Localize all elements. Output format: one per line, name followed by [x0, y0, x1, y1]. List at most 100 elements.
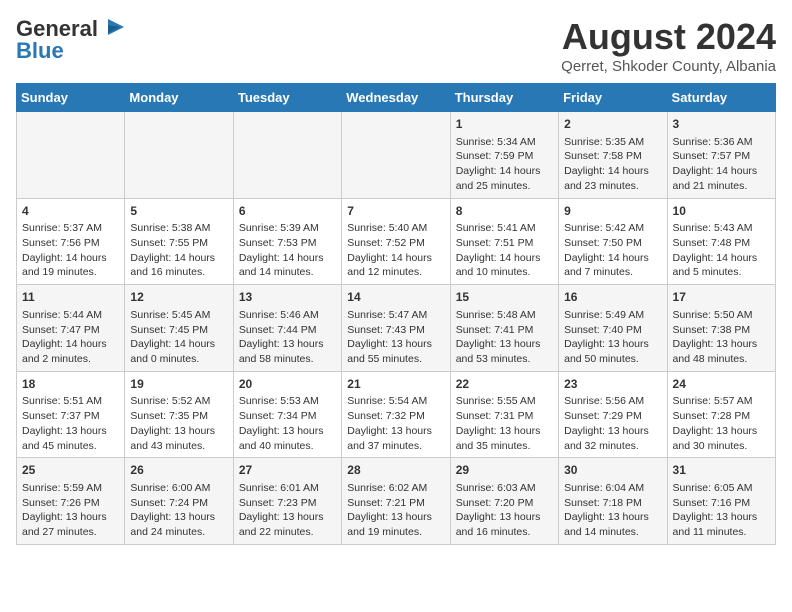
day-info-line: Sunset: 7:18 PM — [564, 496, 661, 511]
day-number: 10 — [673, 203, 770, 220]
day-info-line: Daylight: 14 hours — [673, 251, 770, 266]
day-info-line: Sunrise: 5:57 AM — [673, 394, 770, 409]
day-number: 30 — [564, 462, 661, 479]
day-info-line: and 19 minutes. — [22, 265, 119, 280]
day-info-line: Sunrise: 5:51 AM — [22, 394, 119, 409]
day-info-line: and 48 minutes. — [673, 352, 770, 367]
day-info-line: Sunset: 7:53 PM — [239, 236, 336, 251]
logo-blue-text: Blue — [16, 38, 64, 64]
day-number: 15 — [456, 289, 553, 306]
day-info-line: Daylight: 13 hours — [564, 510, 661, 525]
calendar-cell: 8Sunrise: 5:41 AMSunset: 7:51 PMDaylight… — [450, 198, 558, 285]
calendar-cell: 31Sunrise: 6:05 AMSunset: 7:16 PMDayligh… — [667, 458, 775, 545]
day-info-line: Sunset: 7:55 PM — [130, 236, 227, 251]
calendar-cell — [17, 112, 125, 199]
title-block: August 2024 Qerret, Shkoder County, Alba… — [561, 16, 776, 75]
day-number: 28 — [347, 462, 444, 479]
day-info-line: Sunset: 7:35 PM — [130, 409, 227, 424]
day-info-line: Sunrise: 5:56 AM — [564, 394, 661, 409]
day-info-line: Sunset: 7:51 PM — [456, 236, 553, 251]
day-info-line: and 40 minutes. — [239, 439, 336, 454]
calendar-cell: 15Sunrise: 5:48 AMSunset: 7:41 PMDayligh… — [450, 285, 558, 372]
day-info-line: and 16 minutes. — [456, 525, 553, 540]
day-info-line: Sunrise: 5:34 AM — [456, 135, 553, 150]
day-info-line: Sunset: 7:44 PM — [239, 323, 336, 338]
day-info-line: Sunset: 7:56 PM — [22, 236, 119, 251]
day-info-line: Sunrise: 6:00 AM — [130, 481, 227, 496]
day-info-line: and 14 minutes. — [564, 525, 661, 540]
day-info-line: Daylight: 13 hours — [347, 337, 444, 352]
day-info-line: and 30 minutes. — [673, 439, 770, 454]
day-info-line: Daylight: 13 hours — [130, 424, 227, 439]
day-info-line: Sunset: 7:20 PM — [456, 496, 553, 511]
calendar-cell — [342, 112, 450, 199]
calendar-cell: 2Sunrise: 5:35 AMSunset: 7:58 PMDaylight… — [559, 112, 667, 199]
weekday-header-monday: Monday — [125, 84, 233, 112]
day-number: 19 — [130, 376, 227, 393]
calendar-table: SundayMondayTuesdayWednesdayThursdayFrid… — [16, 83, 776, 545]
day-info-line: Sunset: 7:23 PM — [239, 496, 336, 511]
calendar-cell: 19Sunrise: 5:52 AMSunset: 7:35 PMDayligh… — [125, 371, 233, 458]
day-info-line: Daylight: 13 hours — [22, 510, 119, 525]
day-info-line: and 14 minutes. — [239, 265, 336, 280]
day-info-line: Sunset: 7:58 PM — [564, 149, 661, 164]
day-info-line: Daylight: 13 hours — [347, 424, 444, 439]
calendar-cell: 3Sunrise: 5:36 AMSunset: 7:57 PMDaylight… — [667, 112, 775, 199]
day-info-line: Sunrise: 6:05 AM — [673, 481, 770, 496]
day-number: 4 — [22, 203, 119, 220]
day-info-line: and 24 minutes. — [130, 525, 227, 540]
day-info-line: Sunset: 7:16 PM — [673, 496, 770, 511]
calendar-week-row: 11Sunrise: 5:44 AMSunset: 7:47 PMDayligh… — [17, 285, 776, 372]
month-year-title: August 2024 — [561, 16, 776, 58]
day-info-line: and 5 minutes. — [673, 265, 770, 280]
day-info-line: Sunset: 7:26 PM — [22, 496, 119, 511]
weekday-header-sunday: Sunday — [17, 84, 125, 112]
calendar-cell: 5Sunrise: 5:38 AMSunset: 7:55 PMDaylight… — [125, 198, 233, 285]
day-info-line: Sunrise: 5:50 AM — [673, 308, 770, 323]
day-number: 2 — [564, 116, 661, 133]
day-info-line: and 58 minutes. — [239, 352, 336, 367]
calendar-week-row: 4Sunrise: 5:37 AMSunset: 7:56 PMDaylight… — [17, 198, 776, 285]
day-info-line: Sunrise: 6:02 AM — [347, 481, 444, 496]
day-info-line: Sunrise: 5:42 AM — [564, 221, 661, 236]
day-number: 14 — [347, 289, 444, 306]
day-number: 23 — [564, 376, 661, 393]
day-info-line: Daylight: 13 hours — [130, 510, 227, 525]
day-info-line: and 7 minutes. — [564, 265, 661, 280]
day-info-line: Sunrise: 5:55 AM — [456, 394, 553, 409]
day-number: 5 — [130, 203, 227, 220]
day-info-line: and 10 minutes. — [456, 265, 553, 280]
calendar-cell: 10Sunrise: 5:43 AMSunset: 7:48 PMDayligh… — [667, 198, 775, 285]
location-subtitle: Qerret, Shkoder County, Albania — [561, 58, 776, 75]
day-info-line: Sunrise: 5:47 AM — [347, 308, 444, 323]
logo: General Blue — [16, 16, 126, 64]
day-info-line: Daylight: 14 hours — [564, 251, 661, 266]
day-info-line: and 50 minutes. — [564, 352, 661, 367]
calendar-cell: 29Sunrise: 6:03 AMSunset: 7:20 PMDayligh… — [450, 458, 558, 545]
day-info-line: and 19 minutes. — [347, 525, 444, 540]
weekday-header-friday: Friday — [559, 84, 667, 112]
day-info-line: Daylight: 13 hours — [564, 337, 661, 352]
day-number: 24 — [673, 376, 770, 393]
day-info-line: Daylight: 14 hours — [673, 164, 770, 179]
calendar-cell: 28Sunrise: 6:02 AMSunset: 7:21 PMDayligh… — [342, 458, 450, 545]
day-info-line: Daylight: 13 hours — [239, 337, 336, 352]
day-info-line: Sunrise: 5:49 AM — [564, 308, 661, 323]
day-info-line: Daylight: 13 hours — [673, 510, 770, 525]
day-info-line: Daylight: 14 hours — [130, 337, 227, 352]
day-number: 22 — [456, 376, 553, 393]
day-info-line: and 27 minutes. — [22, 525, 119, 540]
day-info-line: Sunset: 7:43 PM — [347, 323, 444, 338]
day-info-line: Sunset: 7:37 PM — [22, 409, 119, 424]
calendar-week-row: 25Sunrise: 5:59 AMSunset: 7:26 PMDayligh… — [17, 458, 776, 545]
calendar-cell: 4Sunrise: 5:37 AMSunset: 7:56 PMDaylight… — [17, 198, 125, 285]
day-info-line: Daylight: 13 hours — [239, 424, 336, 439]
day-info-line: Sunrise: 6:03 AM — [456, 481, 553, 496]
calendar-week-row: 18Sunrise: 5:51 AMSunset: 7:37 PMDayligh… — [17, 371, 776, 458]
day-info-line: Sunset: 7:32 PM — [347, 409, 444, 424]
day-info-line: Daylight: 14 hours — [456, 251, 553, 266]
day-info-line: Daylight: 14 hours — [347, 251, 444, 266]
weekday-header-tuesday: Tuesday — [233, 84, 341, 112]
day-number: 25 — [22, 462, 119, 479]
day-info-line: Sunrise: 5:40 AM — [347, 221, 444, 236]
